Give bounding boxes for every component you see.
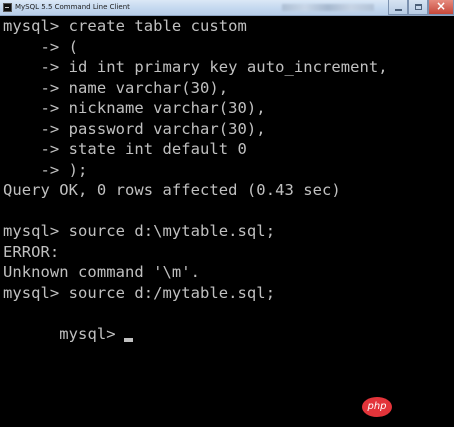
terminal-output[interactable]: mysql> create table custom -> ( -> id in…: [0, 16, 454, 427]
console-line: -> id int primary key auto_increment,: [3, 58, 388, 76]
close-button[interactable]: [428, 0, 454, 15]
minimize-button[interactable]: [388, 0, 408, 15]
console-line: Unknown command '\m'.: [3, 263, 201, 281]
console-line: -> (: [3, 37, 79, 56]
console-line: mysql> source d:\mytable.sql;: [3, 222, 276, 240]
maximize-button[interactable]: [408, 0, 428, 15]
console-line: Query OK, 0 rows affected (0.43 sec): [3, 181, 341, 199]
console-line: ERROR:: [3, 242, 60, 261]
console-line: mysql> create table custom: [3, 17, 247, 35]
console-line: -> password varchar(30),: [3, 119, 266, 138]
console-line: -> name varchar(30),: [3, 78, 229, 97]
php-watermark: php: [362, 397, 392, 417]
console-icon: [3, 3, 12, 12]
prompt-text: mysql>: [59, 324, 116, 343]
blank-console-line: [3, 201, 451, 222]
window-title: MySQL 5.5 Command Line Client: [15, 3, 130, 11]
console-line: -> nickname varchar(30),: [3, 99, 266, 117]
mysql-command-line-window: MySQL 5.5 Command Line Client mysql> cre…: [0, 0, 454, 427]
console-line: mysql> source d:/mytable.sql;: [3, 283, 276, 302]
cursor: [123, 337, 133, 342]
current-prompt-line[interactable]: mysql>: [3, 303, 451, 343]
console-line: -> state int default 0: [3, 140, 247, 158]
console-line: -> );: [3, 160, 88, 179]
title-bar[interactable]: MySQL 5.5 Command Line Client: [0, 0, 454, 16]
blurred-title-area: [282, 4, 374, 11]
